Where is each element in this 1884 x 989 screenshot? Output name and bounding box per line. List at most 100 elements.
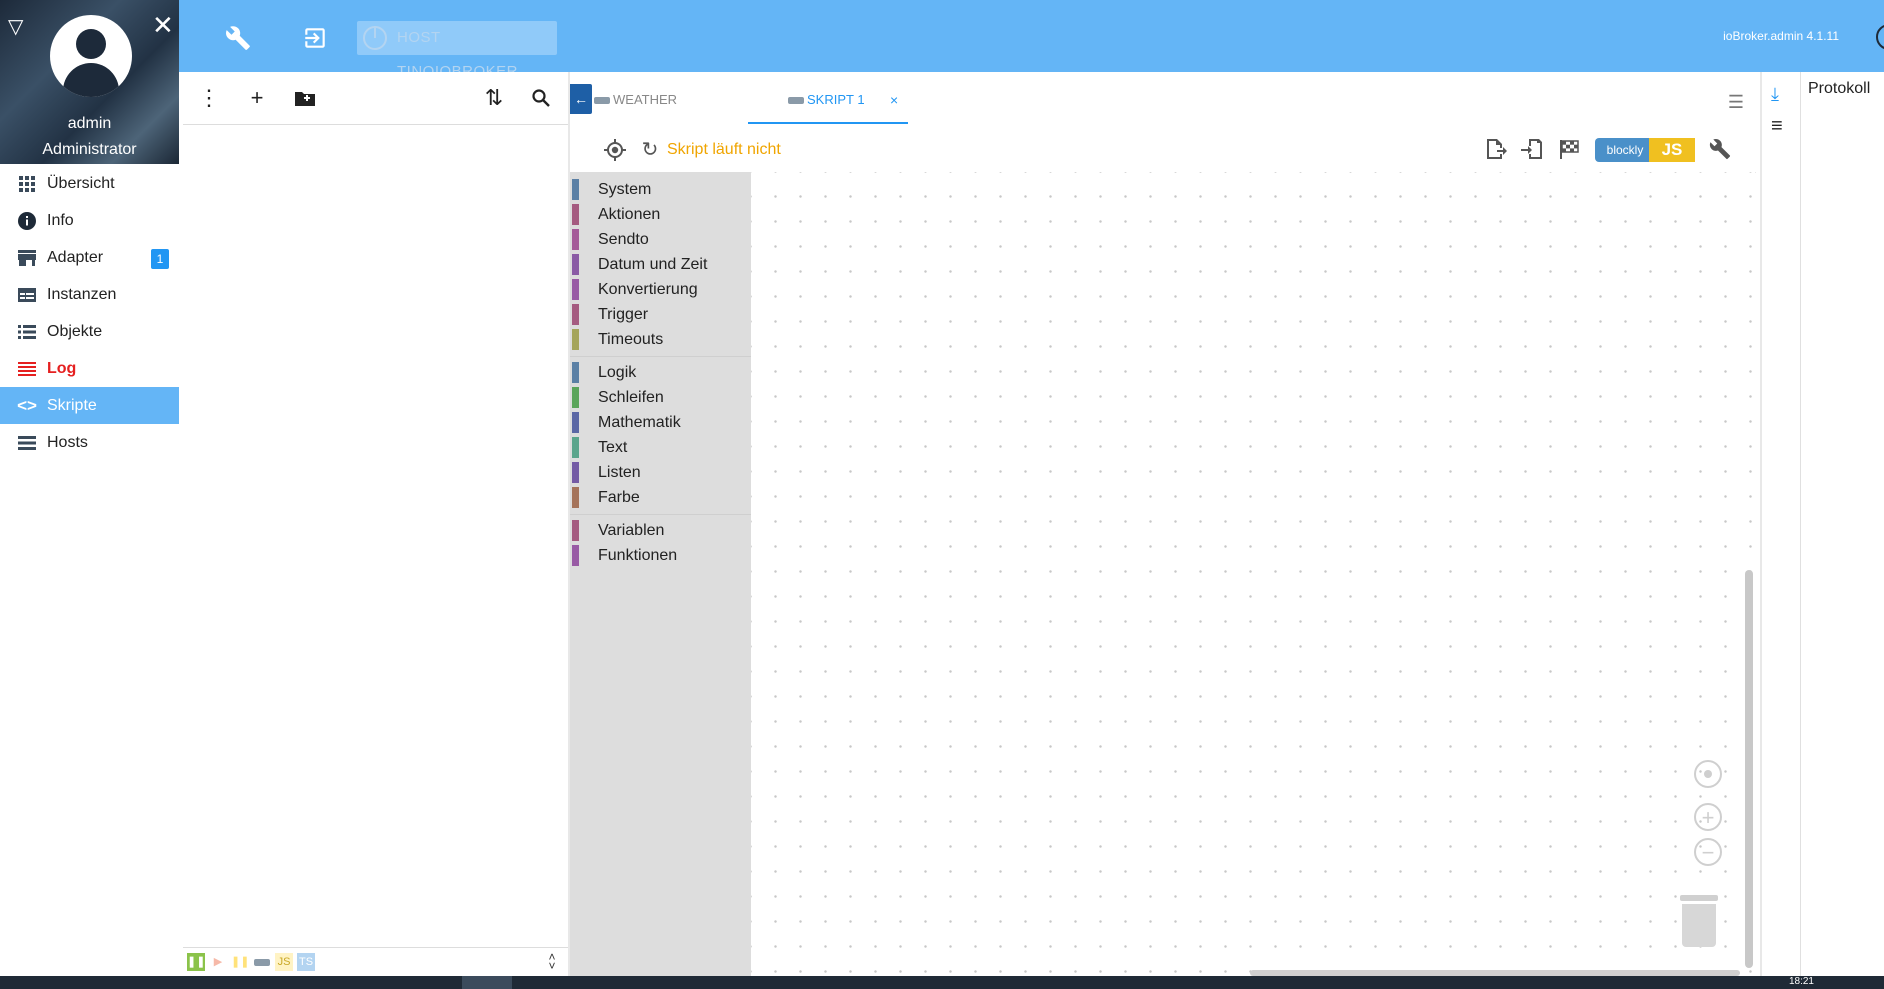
checkered-flag-icon[interactable]	[1555, 138, 1583, 162]
pause-icon[interactable]: ❚❚	[231, 953, 249, 971]
category-label: Text	[598, 439, 628, 456]
app-header: HOST TINOIOBROKER ioBroker.admin 4.1.11	[0, 0, 1884, 80]
category-color-swatch	[572, 362, 579, 383]
js-filter-icon[interactable]: JS	[275, 953, 293, 971]
taskbar-active-app[interactable]	[462, 976, 512, 989]
category-color-swatch	[572, 329, 579, 350]
sidebar-item-log[interactable]: Log	[0, 350, 179, 387]
user-role: Administrator	[42, 141, 137, 158]
sidebar-item-adapter[interactable]: Adapter 1	[0, 239, 179, 276]
toolbox-category[interactable]: System	[570, 177, 751, 202]
log-panel: ⤓ ≡ Protokoll	[1760, 72, 1884, 989]
toolbox-category[interactable]: Trigger	[570, 302, 751, 327]
code-icon: <>	[17, 396, 37, 415]
category-color-swatch	[572, 412, 579, 433]
toolbox-category[interactable]: Schleifen	[570, 385, 751, 410]
sort-icon[interactable]: ⇅	[479, 84, 509, 112]
toolbox-category[interactable]: Farbe	[570, 485, 751, 510]
collapse-triangle-icon[interactable]: ▽	[8, 14, 23, 39]
sidebar-item-instanzen[interactable]: Instanzen	[0, 276, 179, 313]
play-all-icon[interactable]: ▶	[209, 953, 227, 971]
wrench-icon[interactable]	[1706, 138, 1734, 162]
toolbox-category[interactable]: Konvertierung	[570, 277, 751, 302]
back-arrow-icon[interactable]: ←	[570, 84, 592, 114]
export-icon[interactable]	[1482, 138, 1510, 162]
toolbox-category[interactable]: Logik	[570, 360, 751, 385]
add-folder-icon[interactable]	[290, 84, 320, 112]
sidebar-item-objekte[interactable]: Objekte	[0, 313, 179, 350]
os-taskbar: 18:21	[0, 976, 1884, 989]
category-label: Datum und Zeit	[598, 256, 708, 273]
sidebar-item-skripte[interactable]: <> Skripte	[0, 387, 179, 424]
center-workspace-icon[interactable]	[1694, 760, 1722, 788]
script-status: Skript läuft nicht	[667, 141, 781, 158]
category-color-swatch	[572, 304, 579, 325]
blockly-label: blockly	[1595, 138, 1655, 162]
trash-icon[interactable]	[1680, 895, 1718, 947]
hosts-icon	[17, 424, 37, 463]
toolbox-category[interactable]: Text	[570, 435, 751, 460]
pause-all-icon[interactable]: ❚❚	[187, 953, 205, 971]
workspace-vertical-scrollbar[interactable]	[1745, 570, 1753, 968]
more-vert-icon[interactable]: ⋮	[194, 84, 224, 112]
expand-collapse-icon[interactable]: ˄ ˅	[543, 951, 561, 972]
close-icon[interactable]: ✕	[152, 10, 174, 41]
tab-menu-icon[interactable]: ☰	[1728, 92, 1744, 113]
list-icon	[17, 313, 37, 352]
blockly-workspace[interactable]	[751, 172, 1755, 989]
toolbox-category[interactable]: Funktionen	[570, 543, 751, 568]
search-icon[interactable]	[526, 84, 556, 112]
store-icon	[17, 239, 37, 279]
category-label: Logik	[598, 364, 637, 381]
category-color-swatch	[572, 179, 579, 200]
js-label: JS	[1649, 138, 1695, 162]
convert-blockly-to-js-button[interactable]: blockly JS	[1595, 138, 1695, 162]
add-script-icon[interactable]: +	[242, 84, 272, 112]
toolbox-category[interactable]: Sendto	[570, 227, 751, 252]
host-button[interactable]: HOST TINOIOBROKER	[357, 21, 557, 80]
script-list-toolbar: ⋮ + ⇅	[183, 72, 568, 125]
sidebar-item-label: Info	[47, 212, 74, 229]
toolbox-category[interactable]: Listen	[570, 460, 751, 485]
taskbar-clock: 18:21	[1788, 976, 1814, 987]
sidebar-item-info[interactable]: Info	[0, 202, 179, 239]
tab-weather-notific[interactable]: WEATHER NOTIFIC ×	[594, 72, 714, 164]
toolbox-separator	[570, 514, 751, 515]
toolbox-category[interactable]: Datum und Zeit	[570, 252, 751, 277]
locate-icon[interactable]	[601, 138, 629, 162]
sidebar-item-hosts[interactable]: Hosts	[0, 424, 179, 461]
toolbox-category[interactable]: Timeouts	[570, 327, 751, 352]
category-label: Timeouts	[598, 331, 664, 348]
sidebar-item-label: Log	[47, 360, 77, 377]
category-label: Variablen	[598, 522, 665, 539]
category-label: Funktionen	[598, 547, 678, 564]
info-icon	[17, 202, 37, 243]
power-icon	[363, 26, 387, 50]
restart-icon[interactable]: ↻	[636, 138, 664, 162]
sidebar-item-label: Adapter	[47, 249, 104, 266]
blockly-toolbox: System Aktionen Sendto Datum und Zeit Konver…	[570, 172, 751, 989]
wrench-icon[interactable]	[218, 18, 258, 58]
category-color-swatch	[572, 279, 579, 300]
ts-filter-icon[interactable]: TS	[297, 953, 315, 971]
category-label: Aktionen	[598, 206, 661, 223]
toolbox-category[interactable]: Mathematik	[570, 410, 751, 435]
import-icon[interactable]	[1518, 138, 1546, 162]
category-label: Trigger	[598, 306, 649, 323]
blockly-filter-icon[interactable]	[253, 953, 271, 971]
avatar	[50, 15, 132, 97]
toolbox-category[interactable]: Aktionen	[570, 202, 751, 227]
toolbox-category[interactable]: Variablen	[570, 518, 751, 543]
download-icon[interactable]: ⤓	[1771, 84, 1779, 105]
exit-icon[interactable]	[295, 18, 335, 58]
edge-circle-icon	[1876, 24, 1884, 50]
zoom-in-icon[interactable]: +	[1694, 803, 1722, 831]
sidebar-item-uebersicht[interactable]: Übersicht	[0, 165, 179, 202]
tab-label: SKRIPT 1	[807, 92, 865, 107]
category-color-swatch	[572, 545, 579, 566]
menu-icon[interactable]: ≡	[1771, 115, 1783, 138]
log-toolbar: ⤓ ≡	[1762, 72, 1801, 989]
tab-skript-1[interactable]: SKRIPT 1 ×	[748, 72, 908, 124]
close-tab-icon[interactable]: ×	[890, 72, 898, 128]
zoom-out-icon[interactable]: −	[1694, 838, 1722, 866]
